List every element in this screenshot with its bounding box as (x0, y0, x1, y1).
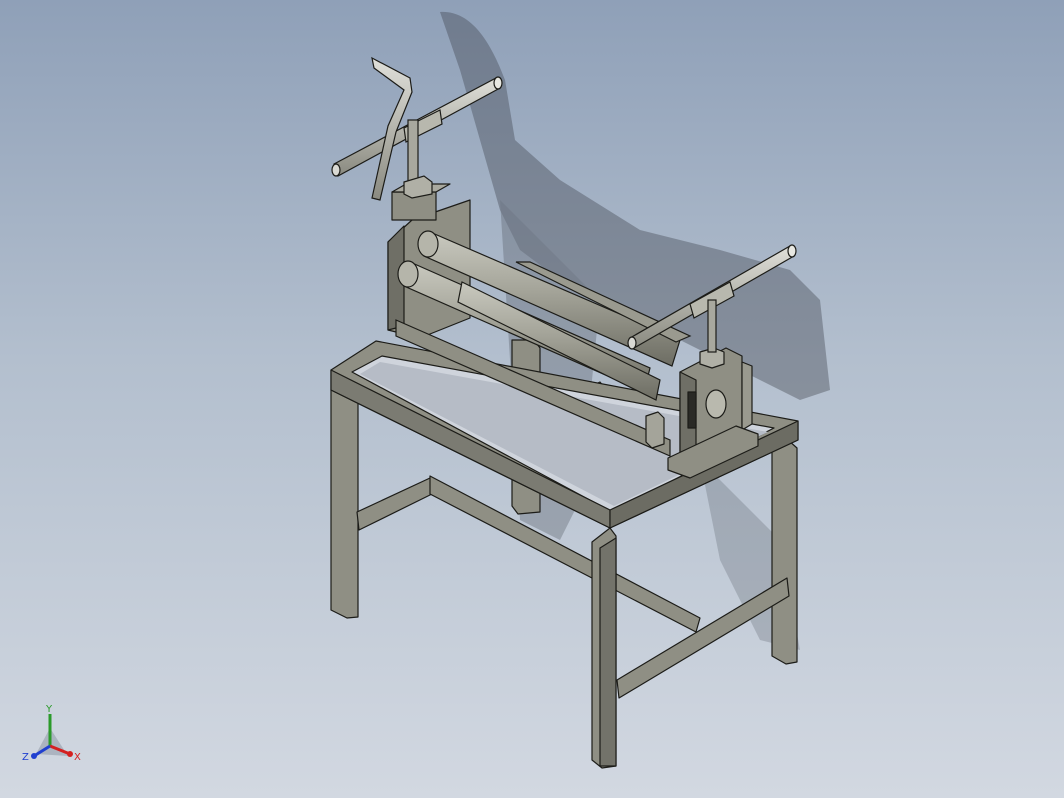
x-axis-label: X (74, 752, 81, 763)
x-axis-tip (67, 751, 73, 757)
z-axis-tip (31, 753, 37, 759)
graphics-viewport[interactable]: Y X Z (0, 0, 1064, 798)
model-view[interactable] (0, 0, 1064, 798)
orientation-triad: Y X Z (22, 704, 81, 763)
y-axis-label: Y (45, 704, 53, 715)
z-axis-label: Z (22, 752, 29, 763)
